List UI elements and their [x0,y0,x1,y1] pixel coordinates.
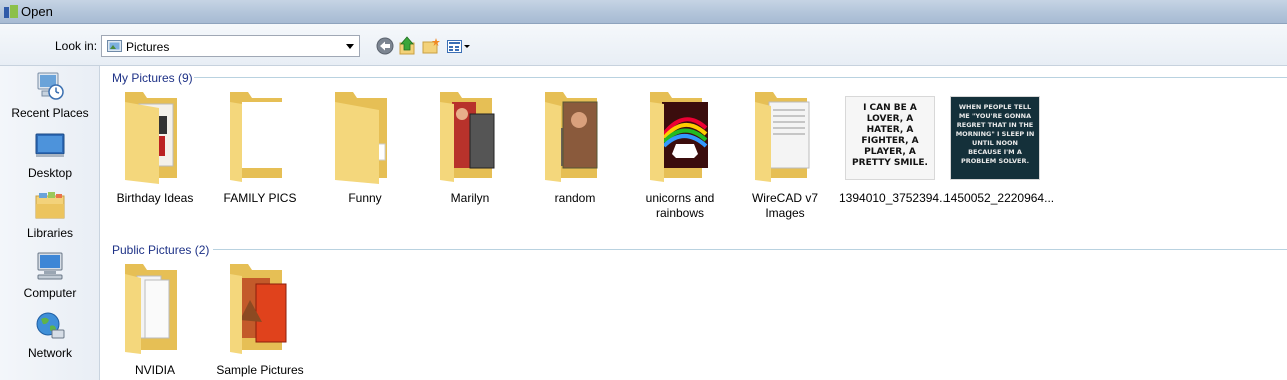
folder-label: NVIDIA [134,363,175,377]
app-icon [4,5,18,18]
image-caption-text: I CAN BE A LOVER, A HATER, A FIGHTER, A … [852,103,928,168]
folder-label: FAMILY PICS [223,191,297,205]
file-list: My Pictures (9) Birthday Ideas FAMILY PI… [101,66,1287,380]
image-thumbnail: I CAN BE A LOVER, A HATER, A FIGHTER, A … [845,96,935,180]
place-libraries[interactable]: Libraries [0,190,100,248]
look-in-label: Look in: [55,39,98,53]
folder-label: Marilyn [450,191,490,205]
folder-icon [755,92,810,182]
views-menu-icon[interactable] [446,36,472,56]
place-network[interactable]: Network [0,310,100,368]
folder-label: Birthday Ideas [116,191,194,205]
folder-icon [650,92,708,182]
network-icon [36,312,65,339]
folder-label: unicorns and rainbows [645,191,715,220]
folder-label: Sample Pictures [216,363,304,377]
place-label: Desktop [27,166,73,180]
place-label: Network [27,346,72,360]
group-header-my-pictures[interactable]: My Pictures (9) [112,71,193,85]
folder-icon [335,92,387,184]
desktop-icon [35,133,65,157]
folder-label: random [554,191,596,205]
place-computer[interactable]: Computer [0,250,100,308]
image-caption-text: WHEN PEOPLE TELL ME "YOU'RE GONNA REGRET… [955,103,1035,165]
title-bar: Open [0,0,1287,24]
group-divider [194,77,1287,78]
place-recent-places[interactable]: Recent Places [0,70,100,128]
place-label: Libraries [26,226,74,240]
place-label: Computer [23,286,77,300]
folder-icon [545,92,598,182]
image-label: 1450052_2220964... [944,191,1055,205]
libraries-icon [35,192,65,219]
place-desktop[interactable]: Desktop [0,130,100,188]
folder-icon [125,92,177,184]
chevron-down-icon[interactable] [343,37,357,55]
look-in-value: Pictures [126,40,170,54]
place-label: Recent Places [11,106,89,120]
folder-label: Funny [348,191,382,205]
pictures-library-icon [107,40,122,52]
group-header-public-pictures[interactable]: Public Pictures (2) [112,243,209,257]
folder-icon [230,92,282,182]
toolbar: Look in: Pictures [0,24,1287,66]
places-bar: Recent Places Desktop Libraries Computer [0,66,100,380]
recent-places-icon [37,72,64,100]
image-thumbnail: WHEN PEOPLE TELL ME "YOU'RE GONNA REGRET… [950,96,1040,180]
folder-icon [230,264,287,354]
look-in-dropdown[interactable]: Pictures [101,35,360,57]
image-label: 1394010_3752394... [839,191,950,205]
up-folder-icon[interactable] [398,36,418,56]
new-folder-icon[interactable] [421,36,441,56]
computer-icon [37,252,63,280]
folder-label: WireCAD v7 Images [751,191,818,220]
window-title: Open [21,4,53,19]
back-icon[interactable] [375,36,395,56]
folder-icon [125,264,177,354]
folder-icon [440,92,495,182]
group-divider [213,249,1287,250]
